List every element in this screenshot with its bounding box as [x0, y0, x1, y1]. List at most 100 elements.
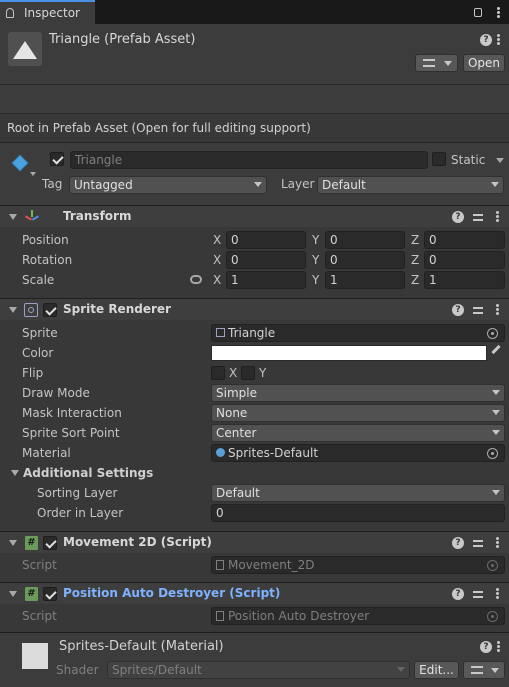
draw-mode-dropdown[interactable]: Simple	[211, 384, 505, 402]
rotation-x-field[interactable]: 0	[226, 251, 306, 269]
material-presets-button[interactable]	[463, 661, 505, 679]
destroyer-enabled-checkbox[interactable]	[43, 587, 57, 601]
axis-y-label[interactable]: Y	[312, 270, 319, 290]
material-field[interactable]: Sprites-Default	[211, 444, 505, 462]
axis-x-label[interactable]: X	[213, 230, 221, 250]
foldout-icon[interactable]	[11, 470, 19, 476]
mask-row: Mask Interaction None	[0, 403, 509, 423]
movement-header[interactable]: # Movement 2D (Script) ?	[0, 531, 509, 553]
additional-settings-row[interactable]: Additional Settings	[0, 463, 509, 483]
edit-shader-button[interactable]: Edit...	[414, 661, 459, 679]
help-icon[interactable]: ?	[452, 588, 464, 600]
presets-button[interactable]	[415, 54, 458, 72]
scale-x-field[interactable]: 1	[226, 271, 306, 289]
movement-enabled-checkbox[interactable]	[43, 536, 57, 550]
cube-icon[interactable]	[10, 153, 30, 173]
sprite-sort-point-dropdown[interactable]: Center	[211, 424, 505, 442]
object-picker-icon[interactable]	[487, 560, 498, 571]
chevron-down-icon	[492, 490, 500, 495]
tag-dropdown[interactable]: Untagged	[69, 176, 267, 194]
constrain-proportions-icon[interactable]	[190, 275, 202, 284]
more-icon[interactable]	[496, 34, 500, 46]
axis-z-label[interactable]: Z	[411, 230, 419, 250]
foldout-icon[interactable]	[9, 591, 17, 597]
rotation-y-field[interactable]: 0	[325, 251, 405, 269]
foldout-icon[interactable]	[9, 214, 17, 220]
order-in-layer-field[interactable]: 0	[211, 504, 505, 522]
help-icon[interactable]: ?	[452, 537, 464, 549]
flip-x-label: X	[229, 366, 238, 380]
axis-z-label[interactable]: Z	[411, 250, 419, 270]
more-icon[interactable]	[495, 304, 499, 316]
transform-header[interactable]: Transform ?	[0, 205, 509, 227]
sprite-field[interactable]: Triangle	[211, 324, 505, 342]
transform-title: Transform	[63, 209, 132, 223]
sorting-layer-row: Sorting Layer Default	[0, 483, 509, 503]
flip-y-checkbox[interactable]	[241, 366, 255, 380]
help-icon[interactable]: ?	[452, 304, 464, 316]
more-icon[interactable]	[495, 537, 499, 549]
position-y-field[interactable]: 0	[325, 231, 405, 249]
axis-x-label[interactable]: X	[213, 270, 221, 290]
position-z-field[interactable]: 0	[424, 231, 505, 249]
flip-x-checkbox[interactable]	[211, 366, 225, 380]
mask-interaction-dropdown[interactable]: None	[211, 404, 505, 422]
tab-inspector[interactable]: Inspector	[0, 0, 95, 24]
chevron-down-icon	[492, 390, 500, 395]
chevron-down-icon[interactable]	[496, 158, 504, 163]
object-picker-icon[interactable]	[487, 328, 498, 339]
axis-y-label[interactable]: Y	[312, 250, 319, 270]
more-icon[interactable]	[495, 588, 499, 600]
more-icon[interactable]	[495, 211, 499, 223]
draw-mode-value: Simple	[216, 386, 257, 400]
foldout-icon[interactable]	[9, 307, 17, 313]
mask-interaction-value: None	[216, 406, 248, 420]
material-section: Sprites-Default (Material) ? Shader Spri…	[0, 632, 509, 687]
layer-dropdown[interactable]: Default	[317, 176, 504, 194]
scale-z-field[interactable]: 1	[424, 271, 505, 289]
chevron-down-icon	[444, 61, 452, 66]
more-icon[interactable]	[496, 7, 500, 19]
active-checkbox[interactable]	[50, 152, 64, 166]
sorting-layer-dropdown[interactable]: Default	[211, 484, 505, 502]
foldout-icon[interactable]	[9, 540, 17, 546]
material-label: Material	[22, 446, 71, 460]
material-title: Sprites-Default (Material)	[59, 639, 224, 654]
sprite-sort-point-value: Center	[216, 426, 257, 440]
shader-dropdown[interactable]: Sprites/Default	[107, 661, 410, 679]
tag-value: Untagged	[74, 178, 133, 192]
eyedropper-icon[interactable]	[491, 344, 501, 355]
help-icon[interactable]: ?	[480, 34, 492, 46]
triangle-icon	[13, 41, 37, 59]
open-button[interactable]: Open	[463, 54, 505, 72]
scale-y-field[interactable]: 1	[325, 271, 405, 289]
settings-sliders-icon[interactable]	[472, 588, 484, 600]
object-picker-icon[interactable]	[487, 611, 498, 622]
static-checkbox[interactable]	[432, 152, 446, 166]
destroyer-header[interactable]: # Position Auto Destroyer (Script) ?	[0, 582, 509, 604]
object-picker-icon[interactable]	[487, 448, 498, 459]
settings-sliders-icon[interactable]	[472, 211, 484, 223]
sprite-renderer-enabled-checkbox[interactable]	[43, 303, 57, 317]
settings-sliders-icon[interactable]	[472, 304, 484, 316]
movement-script-field[interactable]: Movement_2D	[211, 556, 505, 574]
more-icon[interactable]	[496, 641, 500, 653]
settings-sliders-icon[interactable]	[472, 537, 484, 549]
info-icon	[6, 8, 14, 18]
sprite-renderer-header[interactable]: Sprite Renderer ?	[0, 298, 509, 320]
rotation-z-field[interactable]: 0	[424, 251, 505, 269]
mask-interaction-label: Mask Interaction	[22, 406, 122, 420]
lock-icon[interactable]	[474, 8, 482, 17]
name-field[interactable]: Triangle	[70, 151, 428, 169]
destroyer-script-field[interactable]: Position Auto Destroyer	[211, 607, 505, 625]
position-x-field[interactable]: 0	[226, 231, 306, 249]
axis-y-label[interactable]: Y	[312, 230, 319, 250]
axis-x-label[interactable]: X	[213, 250, 221, 270]
color-swatch[interactable]	[211, 345, 487, 361]
chevron-down-icon	[491, 668, 499, 673]
layer-label: Layer	[281, 177, 315, 191]
additional-settings-label: Additional Settings	[23, 466, 154, 480]
help-icon[interactable]: ?	[480, 641, 492, 653]
help-icon[interactable]: ?	[452, 211, 464, 223]
axis-z-label[interactable]: Z	[411, 270, 419, 290]
